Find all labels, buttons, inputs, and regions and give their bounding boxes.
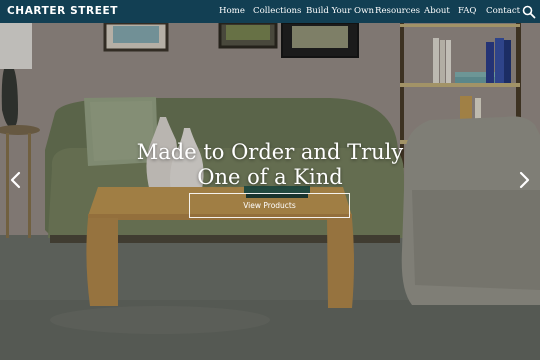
chevron-right-icon[interactable] xyxy=(517,170,531,190)
nav-about[interactable]: About xyxy=(424,6,450,16)
hero-headline-line-1: Made to Order and Truly xyxy=(136,140,404,164)
nav-home[interactable]: Home xyxy=(219,6,245,16)
nav-collections[interactable]: Collections xyxy=(253,6,301,16)
view-products-button[interactable]: View Products xyxy=(189,193,350,218)
search-icon[interactable] xyxy=(522,5,536,19)
nav-faq[interactable]: FAQ xyxy=(458,6,476,16)
nav-build-your-own[interactable]: Build Your Own xyxy=(306,6,374,16)
hero-headline: Made to Order and Truly One of a Kind xyxy=(120,140,420,190)
nav-resources[interactable]: Resources xyxy=(375,6,420,16)
brand-logo[interactable]: CHARTER STREET xyxy=(7,5,118,17)
hero-headline-line-2: One of a Kind xyxy=(197,165,343,189)
hero-background-photo xyxy=(0,23,540,360)
nav-contact[interactable]: Contact xyxy=(486,6,520,16)
chevron-left-icon[interactable] xyxy=(9,170,23,190)
top-navigation-bar: CHARTER STREET Home Collections Build Yo… xyxy=(0,0,540,23)
